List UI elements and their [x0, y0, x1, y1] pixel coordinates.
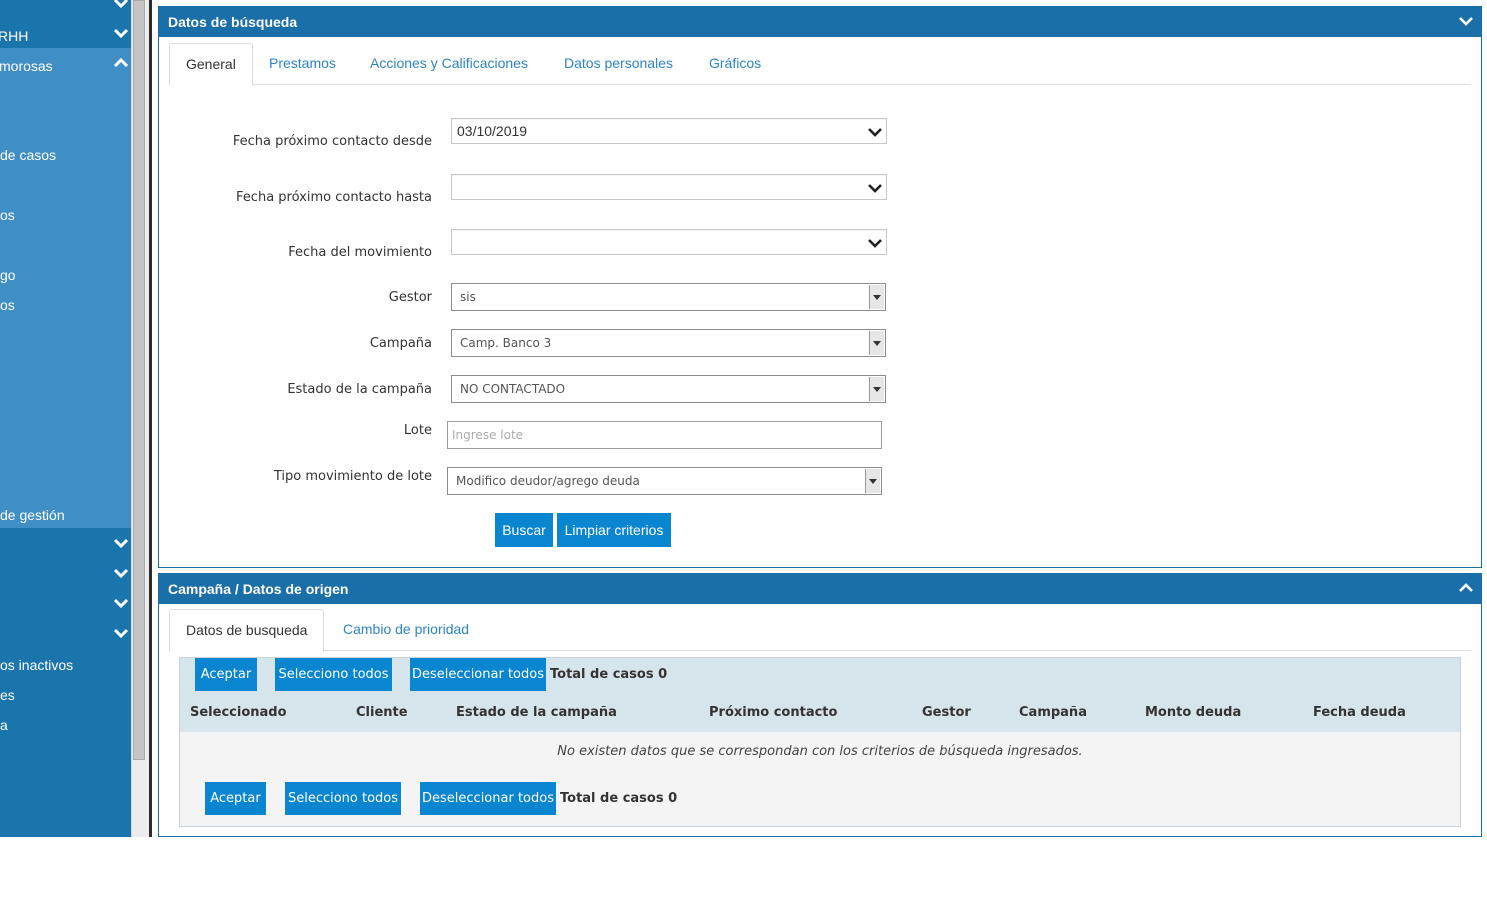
column-header[interactable]: Campaña	[1019, 705, 1087, 720]
tipo-movimiento-label: Tipo movimiento de lote	[273, 469, 432, 484]
tipo-movimiento-select[interactable]: Modifico deudor/agrego deuda	[447, 467, 882, 495]
limpiar-criterios-button[interactable]: Limpiar criterios	[557, 513, 671, 547]
sidebar-item[interactable]: os	[0, 297, 15, 313]
dropdown-arrow-icon	[869, 331, 884, 355]
column-header[interactable]: Cliente	[356, 705, 408, 720]
deselect-all-button[interactable]: Deseleccionar todos	[410, 658, 546, 691]
dropdown-arrow-icon	[869, 377, 884, 401]
chevron-down-icon[interactable]	[113, 567, 129, 579]
fecha-desde-label: Fecha próximo contacto desde	[232, 134, 432, 149]
gestor-select[interactable]: sis	[451, 283, 886, 311]
lote-input[interactable]: Ingrese lote	[447, 421, 882, 449]
buscar-button[interactable]: Buscar	[495, 513, 553, 547]
lote-label: Lote	[403, 423, 432, 438]
chevron-down-icon[interactable]	[113, 0, 129, 9]
sidebar-item-inactivos[interactable]: os inactivos	[0, 657, 73, 673]
column-header[interactable]: Fecha deuda	[1313, 705, 1406, 720]
chevron-down-icon[interactable]	[113, 537, 129, 549]
search-panel-header[interactable]: Datos de búsqueda	[159, 7, 1481, 37]
chevron-up-icon[interactable]	[1459, 583, 1473, 593]
sidebar-scrollbar-thumb[interactable]	[133, 0, 145, 760]
chevron-down-icon[interactable]	[1459, 16, 1473, 26]
empty-table-message: No existen datos que se correspondan con…	[557, 744, 1083, 759]
sidebar-item[interactable]: go	[0, 267, 16, 283]
gestor-label: Gestor	[388, 290, 432, 305]
tab-graficos[interactable]: Gráficos	[693, 43, 777, 85]
chevron-down-icon	[868, 128, 882, 137]
select-all-button[interactable]: Selecciono todos	[275, 658, 392, 691]
column-header[interactable]: Gestor	[922, 705, 971, 720]
aceptar-button[interactable]: Aceptar	[195, 658, 257, 691]
panel-title: Datos de búsqueda	[168, 14, 298, 30]
fecha-hasta-select[interactable]	[451, 174, 887, 200]
results-table-container: Aceptar Selecciono todos Deseleccionar t…	[179, 657, 1461, 827]
deselect-all-button-bottom[interactable]: Deseleccionar todos	[420, 782, 556, 815]
total-casos: Total de casos 0	[550, 667, 668, 682]
results-table-header: Aceptar Selecciono todos Deseleccionar t…	[180, 658, 1460, 732]
chevron-down-icon[interactable]	[113, 27, 129, 39]
sidebar-item-rrhh[interactable]: RHH	[0, 28, 28, 44]
chevron-down-icon[interactable]	[113, 627, 129, 639]
estado-campana-select[interactable]: NO CONTACTADO	[451, 375, 886, 403]
tab-acciones[interactable]: Acciones y Calificaciones	[354, 43, 544, 85]
sidebar: RHH morosas de casos os go os de gestión…	[0, 0, 131, 837]
sidebar-item-gestion[interactable]: de gestión	[0, 507, 65, 523]
aceptar-button-bottom[interactable]: Aceptar	[205, 782, 266, 815]
column-header[interactable]: Próximo contacto	[709, 705, 837, 720]
tab-cambio-prioridad[interactable]: Cambio de prioridad	[327, 609, 485, 651]
tab-general[interactable]: General	[169, 43, 253, 86]
origin-panel: Campaña / Datos de origen Datos de busqu…	[158, 573, 1482, 837]
dropdown-arrow-icon	[865, 469, 880, 493]
search-tabs: General Prestamos Acciones y Calificacio…	[169, 43, 1471, 86]
campana-select[interactable]: Camp. Banco 3	[451, 329, 886, 357]
campana-label: Campaña	[369, 336, 432, 351]
chevron-down-icon[interactable]	[113, 597, 129, 609]
divider	[149, 0, 152, 837]
sidebar-item[interactable]: a	[0, 717, 8, 733]
column-header[interactable]: Monto deuda	[1145, 705, 1241, 720]
chevron-down-icon	[868, 239, 882, 248]
estado-campana-label: Estado de la campaña	[287, 382, 432, 397]
origin-panel-header[interactable]: Campaña / Datos de origen	[159, 574, 1481, 604]
sidebar-item-morosas[interactable]: morosas	[0, 58, 53, 74]
sidebar-item[interactable]: os	[0, 207, 15, 223]
origin-tabs: Datos de busqueda Cambio de prioridad	[169, 609, 1471, 652]
fecha-movimiento-label: Fecha del movimiento	[288, 245, 432, 260]
fecha-hasta-label: Fecha próximo contacto hasta	[236, 190, 432, 205]
panel-title: Campaña / Datos de origen	[168, 581, 349, 597]
search-panel: Datos de búsqueda General Prestamos Acci…	[158, 6, 1482, 568]
sidebar-active-section	[0, 48, 131, 528]
tab-datos-personales[interactable]: Datos personales	[548, 43, 689, 85]
dropdown-arrow-icon	[869, 285, 884, 309]
column-header[interactable]: Seleccionado	[190, 705, 287, 720]
fecha-desde-select[interactable]: 03/10/2019	[451, 118, 887, 144]
sidebar-item[interactable]: es	[0, 687, 15, 703]
tab-prestamos[interactable]: Prestamos	[253, 43, 352, 85]
fecha-movimiento-select[interactable]	[451, 229, 887, 255]
select-all-button-bottom[interactable]: Selecciono todos	[285, 782, 401, 815]
chevron-down-icon	[868, 184, 882, 193]
sidebar-item-casos[interactable]: de casos	[0, 147, 56, 163]
tab-datos-busqueda[interactable]: Datos de busqueda	[169, 609, 325, 652]
chevron-up-icon[interactable]	[113, 57, 129, 69]
total-casos-bottom: Total de casos 0	[560, 791, 678, 806]
column-header[interactable]: Estado de la campaña	[456, 705, 617, 720]
